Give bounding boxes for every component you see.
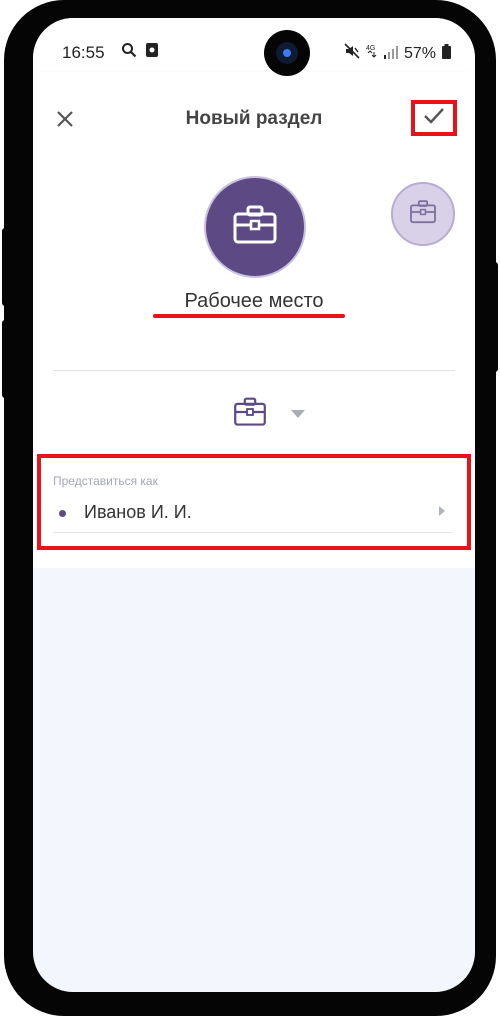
- divider: [53, 370, 455, 371]
- battery-icon: [442, 43, 451, 64]
- page-title: Новый раздел: [185, 108, 323, 129]
- briefcase-icon: [232, 205, 278, 250]
- status-time: 16:55: [62, 43, 105, 62]
- profile-dot: [59, 510, 66, 517]
- status-bar: 16:55 4G 57%: [33, 18, 475, 72]
- briefcase-icon: [409, 199, 437, 229]
- profile-name: Иванов И. И.: [84, 502, 192, 522]
- section-avatar-alt[interactable]: [391, 182, 455, 246]
- divider: [53, 532, 453, 533]
- section-name-underline: [153, 314, 345, 318]
- 4g-icon: 4G: [366, 43, 378, 64]
- profile-row[interactable]: Иванов И. И.: [53, 498, 453, 532]
- check-icon: [423, 107, 445, 130]
- mute-icon: [344, 43, 360, 64]
- front-camera: [264, 30, 310, 76]
- notification-icon: [145, 42, 159, 63]
- section-name-field[interactable]: Рабочее место: [33, 290, 475, 313]
- save-button[interactable]: [411, 100, 457, 136]
- side-button: [2, 320, 10, 398]
- chevron-down-icon: [291, 405, 305, 423]
- phone-screen: 16:55 4G 57% Новый раздел Рабочее место …: [33, 18, 475, 992]
- section-avatar[interactable]: [204, 176, 306, 278]
- phone-frame: 16:55 4G 57% Новый раздел Рабочее место …: [2, 0, 498, 1016]
- chevron-right-icon: [439, 506, 445, 519]
- section-form: Рабочее место Представиться как Иванов И…: [33, 142, 475, 568]
- signal-icon: [383, 44, 398, 64]
- search-icon: [121, 42, 137, 63]
- volume-button: [2, 228, 10, 306]
- power-button: [490, 262, 498, 372]
- briefcase-icon: [233, 397, 267, 432]
- battery-percent: 57%: [403, 44, 436, 62]
- profile-selector[interactable]: Представиться как Иванов И. И.: [37, 454, 471, 550]
- toolbar: Новый раздел: [33, 72, 475, 142]
- icon-picker[interactable]: [233, 394, 323, 434]
- svg-text:4G: 4G: [366, 45, 375, 52]
- profile-label: Представиться как: [53, 474, 158, 488]
